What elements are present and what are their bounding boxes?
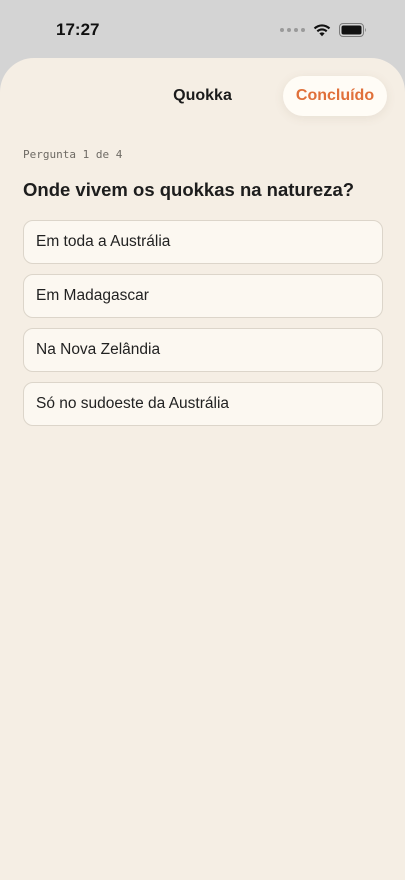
answer-list: Em toda a Austrália Em Madagascar Na Nov… bbox=[23, 220, 383, 426]
answer-option-3[interactable]: Na Nova Zelândia bbox=[23, 328, 383, 372]
wifi-icon bbox=[313, 24, 331, 37]
question-text: Onde vivem os quokkas na natureza? bbox=[23, 179, 355, 200]
status-indicators bbox=[280, 22, 367, 38]
quiz-sheet: Quokka Concluído Pergunta 1 de 4 Onde vi… bbox=[0, 58, 405, 880]
status-bar: 17:27 bbox=[0, 0, 405, 58]
answer-option-1[interactable]: Em toda a Austrália bbox=[23, 220, 383, 264]
battery-icon bbox=[339, 23, 366, 37]
answer-option-4[interactable]: Só no sudoeste da Austrália bbox=[23, 382, 383, 426]
cellular-signal-icon bbox=[280, 28, 305, 32]
answer-option-2[interactable]: Em Madagascar bbox=[23, 274, 383, 318]
done-button[interactable]: Concluído bbox=[283, 76, 387, 116]
status-time: 17:27 bbox=[56, 20, 100, 39]
question-counter: Pergunta 1 de 4 bbox=[23, 148, 123, 161]
